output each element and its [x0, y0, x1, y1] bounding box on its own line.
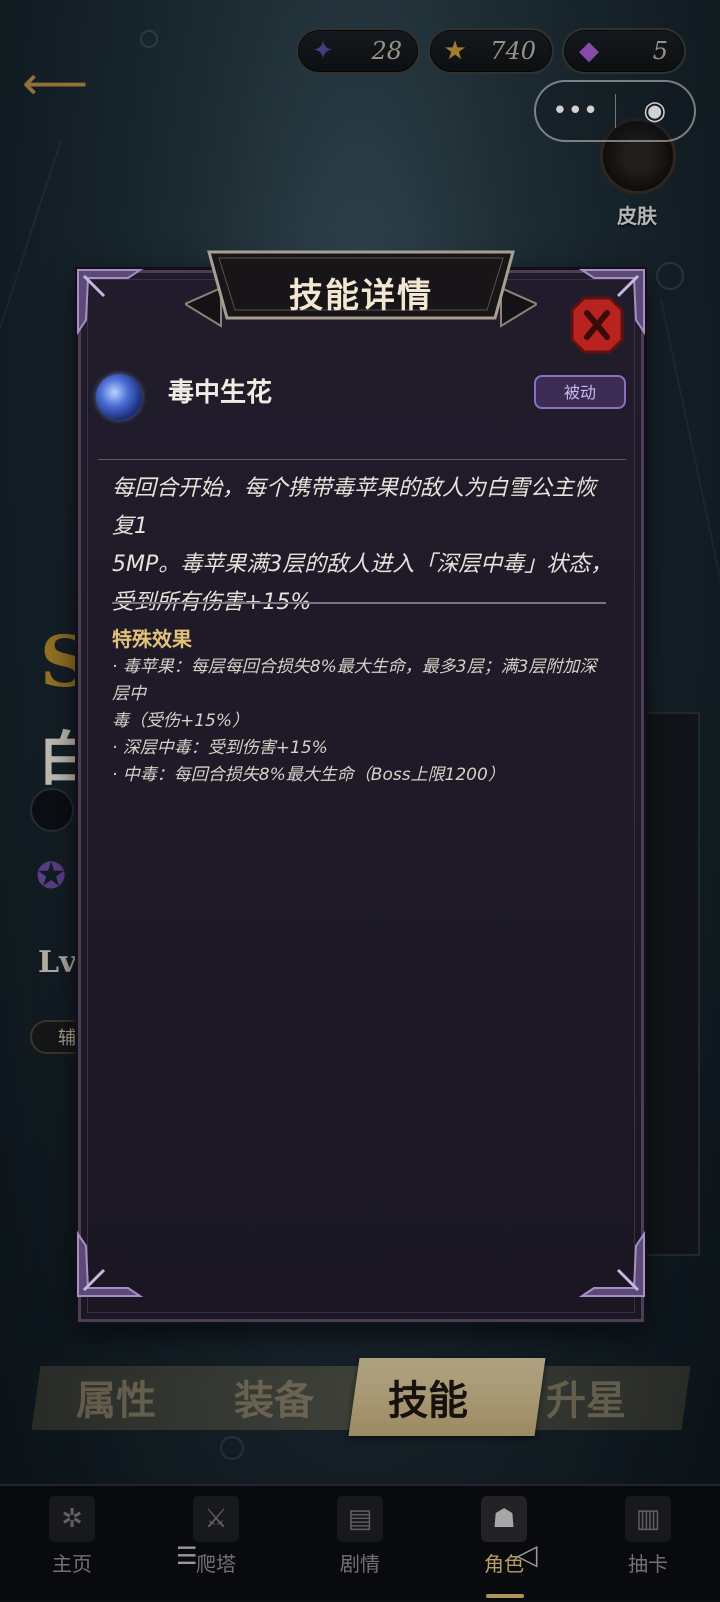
- divider: [98, 459, 626, 460]
- skill-name: 毒中生花: [168, 378, 273, 408]
- description-line: 每回合开始，每个携带毒苹果的敌人为白雪公主恢复1: [112, 476, 597, 539]
- skill-type-badge: 被动: [534, 375, 626, 409]
- special-effects-title: 特殊效果: [112, 627, 192, 651]
- effect-line: · 毒苹果：每层每回合损失8%最大生命，最多3层；满3层附加深层中: [112, 657, 597, 704]
- description-line: 5MP。毒苹果满3层的敌人进入「深层中毒」状态，: [112, 552, 613, 577]
- skill-description: 每回合开始，每个携带毒苹果的敌人为白雪公主恢复1 5MP。毒苹果满3层的敌人进入…: [112, 470, 616, 622]
- ornate-corner: [74, 266, 144, 336]
- close-button[interactable]: [570, 296, 624, 354]
- divider: [112, 602, 606, 604]
- dialog-title: 技能详情: [289, 276, 433, 316]
- skill-detail-dialog: [78, 270, 644, 1322]
- effect-line: · 中毒：每回合损失8%最大生命（Boss上限1200）: [112, 765, 505, 785]
- effect-line: 毒（受伤+15%）: [112, 711, 250, 731]
- effect-line: · 深层中毒：受到伤害+15%: [112, 738, 328, 758]
- ornate-corner: [578, 1230, 648, 1300]
- poison-flower-skill-icon: [96, 374, 142, 420]
- special-effects-list: · 毒苹果：每层每回合损失8%最大生命，最多3层；满3层附加深层中 毒（受伤+1…: [112, 654, 612, 789]
- ornate-corner: [74, 1230, 144, 1300]
